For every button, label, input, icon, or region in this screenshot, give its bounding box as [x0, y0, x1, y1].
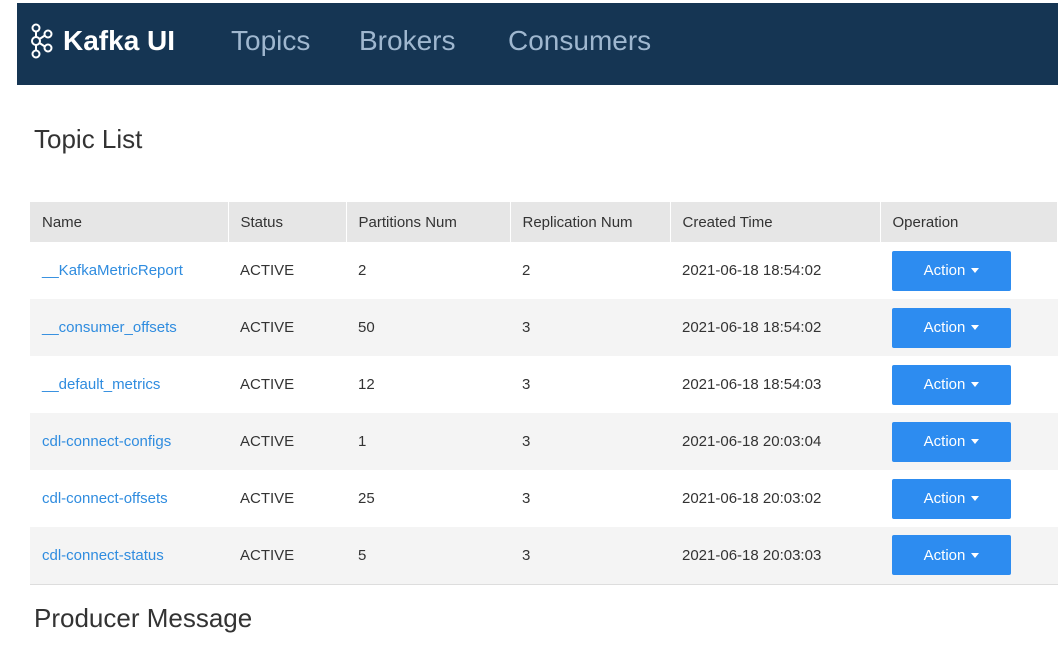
action-dropdown-button[interactable]: Action: [892, 364, 1011, 405]
topic-status: ACTIVE: [228, 299, 346, 356]
topic-table: Name Status Partitions Num Replication N…: [30, 202, 1058, 585]
topic-replication: 3: [510, 470, 670, 527]
top-navbar: Kafka UI Topics Brokers Consumers: [0, 0, 1058, 86]
caret-down-icon: [971, 496, 980, 501]
table-row: __consumer_offsets ACTIVE 50 3 2021-06-1…: [30, 299, 1058, 356]
caret-down-icon: [971, 268, 980, 273]
topic-partitions: 25: [346, 470, 510, 527]
topic-created-time: 2021-06-18 18:54:02: [670, 242, 880, 299]
topic-partitions: 5: [346, 527, 510, 585]
topic-created-time: 2021-06-18 20:03:03: [670, 527, 880, 585]
caret-down-icon: [971, 439, 980, 444]
topic-status: ACTIVE: [228, 527, 346, 585]
column-header-operation: Operation: [880, 202, 1058, 242]
topic-partitions: 1: [346, 413, 510, 470]
kafka-logo-icon: [31, 23, 53, 59]
brand-title: Kafka UI: [63, 25, 176, 56]
column-header-replication: Replication Num: [510, 202, 671, 242]
topic-status: ACTIVE: [228, 470, 346, 527]
table-row: cdl-connect-status ACTIVE 5 3 2021-06-18…: [30, 527, 1058, 585]
action-button-label: Action: [923, 262, 966, 279]
column-header-created-time: Created Time: [670, 202, 881, 242]
topic-replication: 3: [510, 527, 670, 585]
table-row: __default_metrics ACTIVE 12 3 2021-06-18…: [30, 356, 1058, 413]
topic-replication: 3: [510, 413, 670, 470]
topic-created-time: 2021-06-18 18:54:02: [670, 299, 880, 356]
topic-name-link[interactable]: __default_metrics: [42, 376, 160, 393]
topic-name-link[interactable]: cdl-connect-offsets: [42, 490, 168, 507]
caret-down-icon: [971, 382, 980, 387]
topic-replication: 3: [510, 299, 670, 356]
action-button-label: Action: [923, 433, 966, 450]
topic-name-link[interactable]: cdl-connect-configs: [42, 433, 171, 450]
topic-created-time: 2021-06-18 20:03:02: [670, 470, 880, 527]
action-button-label: Action: [923, 376, 966, 393]
brand-link[interactable]: Kafka UI: [27, 3, 175, 79]
topic-name-link[interactable]: cdl-connect-status: [42, 547, 164, 564]
topic-partitions: 2: [346, 242, 510, 299]
action-button-label: Action: [923, 319, 966, 336]
caret-down-icon: [971, 552, 980, 558]
action-dropdown-button[interactable]: Action: [892, 535, 1011, 576]
action-button-label: Action: [923, 490, 966, 507]
navbar-bar: Kafka UI Topics Brokers Consumers: [17, 3, 1058, 85]
nav-topics[interactable]: Topics: [231, 3, 310, 79]
nav-brokers[interactable]: Brokers: [359, 3, 455, 79]
action-dropdown-button[interactable]: Action: [892, 421, 1011, 462]
topic-list-title: Topic List: [34, 124, 143, 154]
action-dropdown-button[interactable]: Action: [892, 250, 1011, 291]
producer-message-title: Producer Message: [34, 603, 253, 633]
topic-status: ACTIVE: [228, 356, 346, 413]
topic-replication: 3: [510, 356, 670, 413]
topic-name-link[interactable]: __consumer_offsets: [42, 319, 177, 336]
topic-replication: 2: [510, 242, 670, 299]
topic-name-link[interactable]: __KafkaMetricReport: [42, 262, 183, 279]
topic-created-time: 2021-06-18 20:03:04: [670, 413, 880, 470]
topic-partitions: 50: [346, 299, 510, 356]
topic-partitions: 12: [346, 356, 510, 413]
topic-status: ACTIVE: [228, 413, 346, 470]
topic-status: ACTIVE: [228, 242, 346, 299]
table-header-row: Name Status Partitions Num Replication N…: [30, 202, 1058, 242]
table-row: __KafkaMetricReport ACTIVE 2 2 2021-06-1…: [30, 242, 1058, 299]
action-dropdown-button[interactable]: Action: [892, 307, 1011, 348]
table-row: cdl-connect-offsets ACTIVE 25 3 2021-06-…: [30, 470, 1058, 527]
action-dropdown-button[interactable]: Action: [892, 478, 1011, 519]
nav-consumers[interactable]: Consumers: [508, 3, 651, 79]
column-header-name: Name: [30, 202, 229, 242]
topic-created-time: 2021-06-18 18:54:03: [670, 356, 880, 413]
table-row: cdl-connect-configs ACTIVE 1 3 2021-06-1…: [30, 413, 1058, 470]
action-button-label: Action: [923, 546, 966, 564]
column-header-status: Status: [228, 202, 347, 242]
column-header-partitions: Partitions Num: [346, 202, 511, 242]
caret-down-icon: [971, 325, 980, 330]
